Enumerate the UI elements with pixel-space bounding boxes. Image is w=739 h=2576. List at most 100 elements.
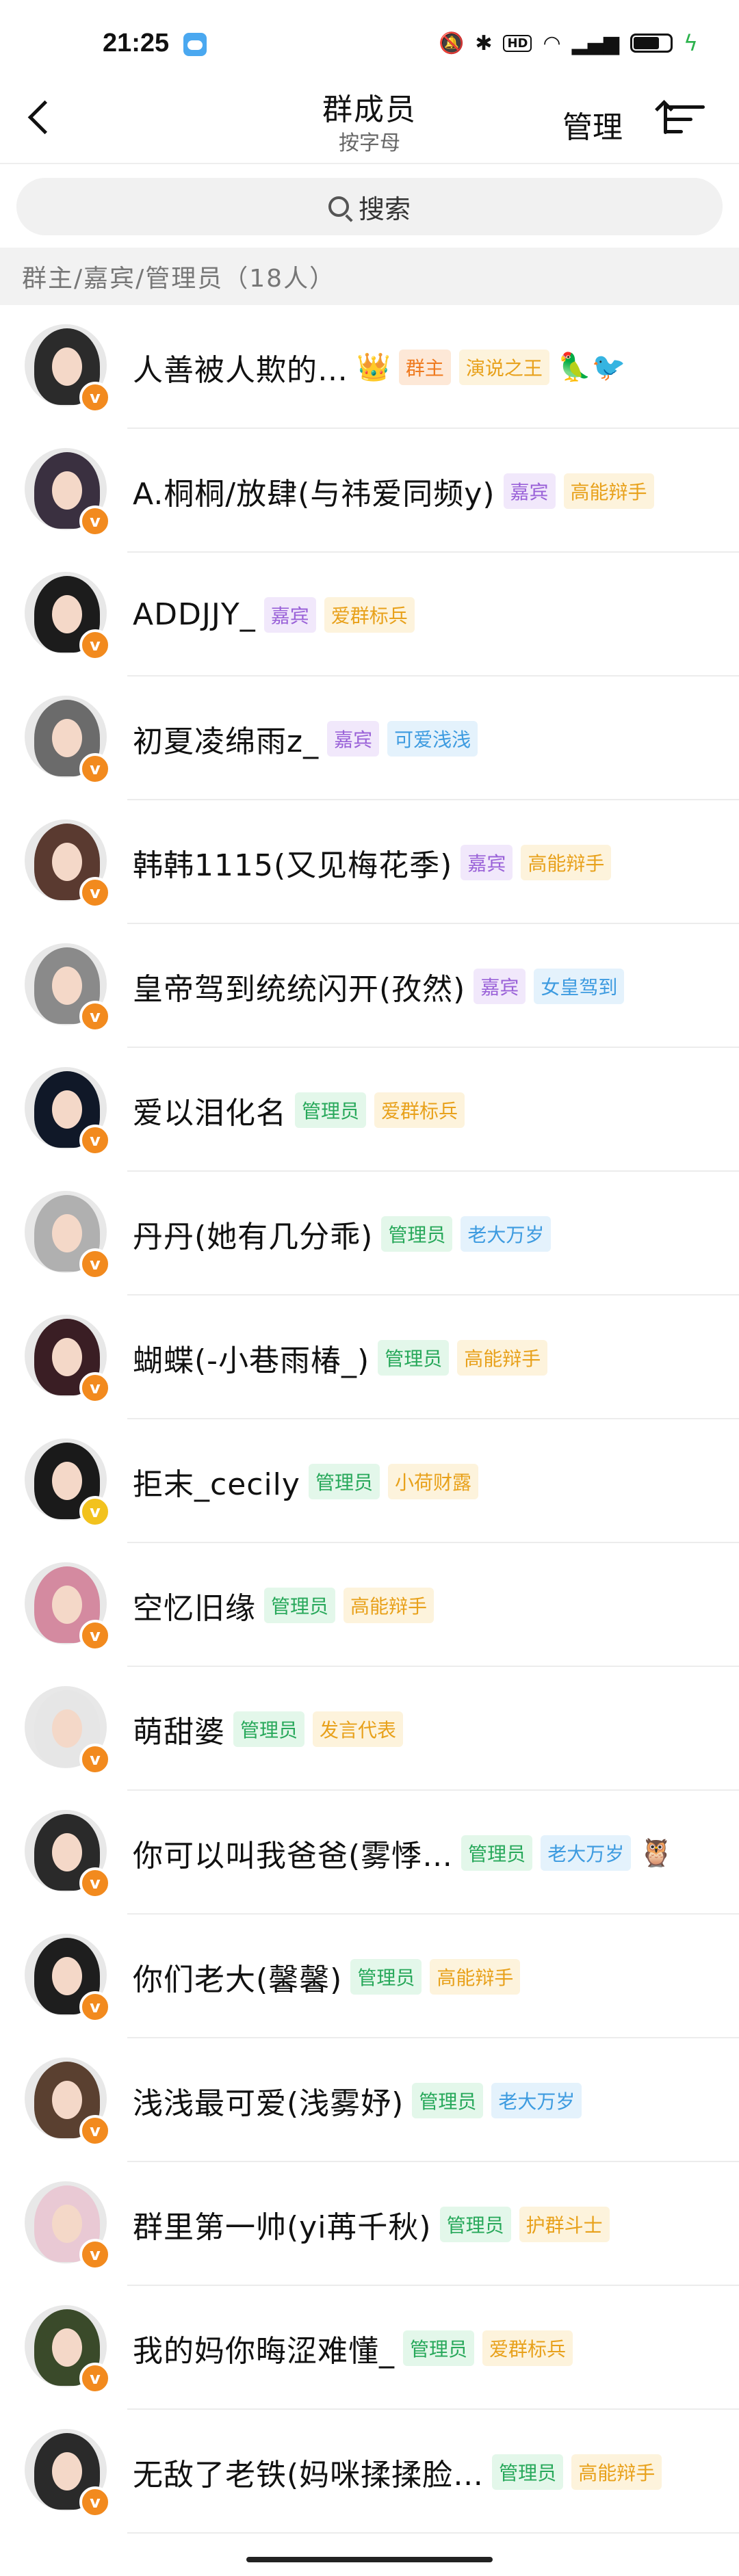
member-content: 拒末_cecily 管理员 小荷财露	[133, 1419, 718, 1543]
member-row[interactable]: v 浅浅最可爱(浅雾妤) 管理员 老大万岁	[0, 2038, 739, 2162]
member-tag: 演说之王	[458, 349, 549, 385]
member-tag: 小荷财露	[387, 1463, 478, 1499]
signal-icon: ▂▄▆	[571, 31, 619, 55]
verified-badge-icon: v	[79, 1372, 111, 1404]
verified-badge-icon: v	[79, 1125, 111, 1156]
member-name: 爱以泪化名	[133, 1095, 287, 1131]
member-row[interactable]: v 你可以叫我爸爸(雾悸… 管理员 老大万岁 🦉	[0, 1791, 739, 1915]
member-content: ADDJJY_ 嘉宾 爱群标兵	[133, 553, 718, 676]
member-tag: 管理员	[295, 1092, 367, 1128]
verified-badge-icon: v	[79, 1496, 111, 1527]
member-content: 空忆旧缘 管理员 高能辩手	[133, 1543, 718, 1667]
member-name: 无敌了老铁(妈咪揉揉脸…	[133, 2457, 484, 2493]
member-row[interactable]: v 爱以泪化名 管理员 爱群标兵	[0, 1048, 739, 1172]
crown-icon: 👑	[356, 352, 391, 383]
member-name: 萌甜婆	[133, 1714, 225, 1750]
status-bar: 21:25 🔕 ✱ HD ◠ ▂▄▆ ϟ	[0, 0, 739, 75]
manage-button[interactable]: 管理	[562, 103, 623, 146]
member-name: ADDJJY_	[133, 597, 256, 632]
member-content: 皇帝驾到统统闪开(孜然) 嘉宾 女皇驾到	[133, 924, 718, 1048]
member-content: 人善被人欺的… 👑 群主 演说之王 🦜🐦	[133, 305, 718, 429]
section-header: 群主/嘉宾/管理员（18人）	[0, 248, 739, 305]
member-content: 蝴蝶(-小巷雨椿_) 管理员 高能辩手	[133, 1296, 718, 1419]
member-tag: 管理员	[308, 1463, 380, 1499]
bird-icon: 🦜🐦	[557, 352, 626, 383]
member-content: A.桐桐/放肆(与祎爱同频y) 嘉宾 高能辩手	[133, 429, 718, 553]
member-name: 拒末_cecily	[133, 1467, 300, 1502]
member-name: 丹丹(她有几分乖)	[133, 1219, 374, 1254]
member-row[interactable]: v 空忆旧缘 管理员 高能辩手	[0, 1543, 739, 1667]
member-tag: 高能辩手	[343, 1587, 435, 1623]
member-row[interactable]: v ADDJJY_ 嘉宾 爱群标兵	[0, 553, 739, 676]
member-content: 无敌了老铁(妈咪揉揉脸… 管理员 高能辩手	[133, 2410, 718, 2534]
verified-badge-icon: v	[79, 1620, 111, 1651]
member-row[interactable]: v 无敌了老铁(妈咪揉揉脸… 管理员 高能辩手	[0, 2410, 739, 2534]
member-tag: 嘉宾	[474, 968, 526, 1004]
sort-icon[interactable]	[664, 103, 706, 135]
verified-badge-icon: v	[79, 2115, 111, 2146]
member-row[interactable]: v 丹丹(她有几分乖) 管理员 老大万岁	[0, 1172, 739, 1296]
search-input[interactable]: 搜索	[16, 178, 723, 235]
verified-badge-icon: v	[79, 753, 111, 785]
member-tag: 嘉宾	[263, 596, 316, 633]
verified-badge-icon: v	[79, 1867, 111, 1899]
member-tag: 可爱浅浅	[387, 720, 478, 757]
home-indicator[interactable]	[246, 2557, 493, 2562]
wifi-icon: ◠	[543, 31, 561, 55]
member-row[interactable]: v 我的妈你晦涩难懂_ 管理员 爱群标兵	[0, 2286, 739, 2410]
member-row[interactable]: v 萌甜婆 管理员 发言代表	[0, 1667, 739, 1791]
battery-level	[633, 37, 660, 49]
member-row[interactable]: v 蝴蝶(-小巷雨椿_) 管理员 高能辩手	[0, 1296, 739, 1419]
member-name: 你们老大(馨馨)	[133, 1962, 343, 1997]
member-tag: 高能辩手	[457, 1339, 548, 1376]
member-row[interactable]: v 人善被人欺的… 👑 群主 演说之王 🦜🐦	[0, 305, 739, 429]
member-tag: 护群斗士	[519, 2206, 610, 2242]
member-list: v 人善被人欺的… 👑 群主 演说之王 🦜🐦 v A.桐桐/放肆(与祎爱同频y) 嘉宾 高能辩手 v…	[0, 305, 739, 2534]
verified-badge-icon: v	[79, 1991, 111, 2023]
verified-badge-icon: v	[79, 505, 111, 537]
verified-badge-icon: v	[79, 1001, 111, 1032]
member-name: 你可以叫我爸爸(雾悸…	[133, 1838, 454, 1874]
weather-icon	[183, 33, 207, 56]
member-name: 蝴蝶(-小巷雨椿_)	[133, 1343, 370, 1378]
charging-icon: ϟ	[683, 30, 698, 56]
member-row[interactable]: v A.桐桐/放肆(与祎爱同频y) 嘉宾 高能辩手	[0, 429, 739, 553]
member-name: 初夏凌绵雨z_	[133, 724, 320, 759]
search-container: 搜索	[0, 164, 739, 248]
hd-icon: HD	[503, 34, 532, 52]
member-tag: 管理员	[264, 1587, 336, 1623]
member-tag: 女皇驾到	[534, 968, 625, 1004]
owl-icon: 🦉	[639, 1837, 674, 1869]
member-name: 群里第一帅(yi苒千秋)	[133, 2209, 432, 2245]
verified-badge-icon: v	[79, 1248, 111, 1280]
member-row[interactable]: v 群里第一帅(yi苒千秋) 管理员 护群斗士	[0, 2162, 739, 2286]
member-tag: 高能辩手	[430, 1958, 521, 1995]
member-tag: 老大万岁	[461, 1215, 552, 1252]
member-row[interactable]: v 韩韩1115(又见梅花季) 嘉宾 高能辩手	[0, 800, 739, 924]
mute-icon: 🔕	[438, 31, 465, 55]
member-tag: 高能辩手	[571, 2454, 662, 2490]
member-tag: 嘉宾	[327, 720, 380, 757]
status-icons: 🔕 ✱ HD ◠ ▂▄▆ ϟ	[439, 30, 698, 56]
member-name: 人善被人欺的…	[133, 352, 348, 388]
member-content: 群里第一帅(yi苒千秋) 管理员 护群斗士	[133, 2162, 718, 2286]
member-content: 你可以叫我爸爸(雾悸… 管理员 老大万岁 🦉	[133, 1791, 718, 1915]
member-tag: 嘉宾	[503, 473, 556, 509]
verified-badge-icon: v	[79, 2363, 111, 2394]
search-placeholder: 搜索	[358, 194, 411, 224]
sort-mode-label[interactable]: 按字母	[0, 126, 739, 156]
member-content: 浅浅最可爱(浅雾妤) 管理员 老大万岁	[133, 2038, 718, 2162]
search-icon	[328, 196, 349, 217]
member-tag: 管理员	[439, 2206, 511, 2242]
member-tag: 高能辩手	[563, 473, 654, 509]
member-row[interactable]: v 皇帝驾到统统闪开(孜然) 嘉宾 女皇驾到	[0, 924, 739, 1048]
member-row[interactable]: v 拒末_cecily 管理员 小荷财露	[0, 1419, 739, 1543]
member-row[interactable]: v 初夏凌绵雨z_ 嘉宾 可爱浅浅	[0, 676, 739, 800]
member-row[interactable]: v 你们老大(馨馨) 管理员 高能辩手	[0, 1915, 739, 2038]
battery-icon	[630, 34, 673, 53]
member-tag: 管理员	[403, 2330, 475, 2366]
member-name: A.桐桐/放肆(与祎爱同频y)	[133, 476, 495, 512]
member-tag: 管理员	[378, 1339, 450, 1376]
member-tag: 老大万岁	[541, 1835, 632, 1871]
member-tag: 管理员	[412, 2082, 484, 2118]
